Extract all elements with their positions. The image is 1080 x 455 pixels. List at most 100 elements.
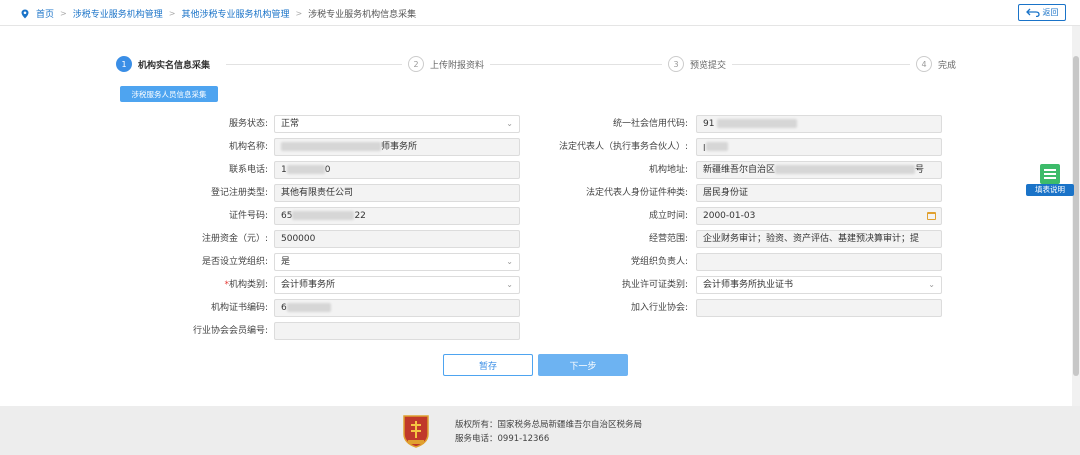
cert-code-label: 机构证书编码: (210, 303, 268, 313)
top-bar: 首页 > 涉税专业服务机构管理 > 其他涉税专业服务机构管理 > 涉税专业服务机… (0, 0, 1080, 26)
reg-type-value: 其他有限责任公司 (281, 188, 354, 198)
party-leader-label: 党组织负责人: (630, 257, 688, 267)
credit-code-field[interactable]: 91 (696, 115, 942, 133)
chevron-down-icon: ⌄ (506, 280, 513, 289)
address-field[interactable]: 新疆维吾尔自治区 号 (696, 161, 942, 179)
redacted-blur (286, 165, 325, 174)
phone-label: 联系电话: (228, 165, 268, 175)
save-draft-button[interactable]: 暂存 (443, 354, 533, 376)
tax-bureau-emblem-icon (403, 415, 429, 448)
redacted-blur (717, 119, 798, 128)
form-row: 服务状态: 正常 ⌄ 统一社会信用代码: 91 (0, 114, 1080, 134)
party-org-select[interactable]: 是 ⌄ (274, 253, 520, 271)
phone-value-suffix: 0 (324, 165, 331, 175)
business-scope-field[interactable]: 企业财务审计；验资、资产评估、基建预决算审计；提 (696, 230, 942, 248)
id-number-field[interactable]: 65 22 (274, 207, 520, 225)
form-row: 行业协会会员编号: (0, 321, 1080, 341)
service-status-select[interactable]: 正常 ⌄ (274, 115, 520, 133)
org-name-label: 机构名称: (228, 142, 268, 152)
step-1: 1 机构实名信息采集 (116, 56, 217, 72)
cert-code-field[interactable]: 6 (274, 299, 520, 317)
party-org-value: 是 (281, 257, 291, 267)
form-row: 注册资金（元）: 500000 经营范围: 企业财务审计；验资、资产评估、基建预… (0, 229, 1080, 249)
breadcrumb-separator: > (295, 9, 303, 18)
legal-rep-field[interactable]: ꞁ (696, 138, 942, 156)
breadcrumb-level1[interactable]: 涉税专业服务机构管理 (73, 7, 163, 20)
form-row: *机构类别: 会计师事务所 ⌄ 执业许可证类别: 会计师事务所执业证书 ⌄ (0, 275, 1080, 295)
established-date-field[interactable]: 2000-01-03 (696, 207, 942, 225)
back-button[interactable]: 返回 (1018, 4, 1066, 21)
license-type-select[interactable]: 会计师事务所执业证书 ⌄ (696, 276, 942, 294)
step-3-number: 3 (668, 56, 684, 72)
service-status-value: 正常 (281, 119, 300, 129)
org-name-value: 师事务所 (381, 142, 418, 152)
staff-info-button[interactable]: 涉税服务人员信息采集 (120, 86, 218, 102)
address-label: 机构地址: (648, 165, 688, 175)
step-2-label: 上传附报资料 (430, 60, 485, 71)
address-value-prefix: 新疆维吾尔自治区 (703, 165, 776, 175)
org-category-label-text: 机构类别: (228, 280, 268, 290)
member-no-label: 行业协会会员编号: (192, 326, 268, 336)
calendar-icon[interactable] (927, 212, 936, 220)
form-row: 是否设立党组织: 是 ⌄ 党组织负责人: (0, 252, 1080, 272)
member-no-field[interactable] (274, 322, 520, 340)
chevron-down-icon: ⌄ (928, 280, 935, 289)
form-row: 联系电话: 10 机构地址: 新疆维吾尔自治区号 (0, 160, 1080, 180)
license-type-label: 执业许可证类别: (621, 280, 688, 290)
breadcrumb-separator: > (168, 9, 176, 18)
form-row: 证件号码: 65 22 成立时间: 2000-01-03 (0, 206, 1080, 226)
step-1-label: 机构实名信息采集 (138, 60, 211, 71)
form-row: 登记注册类型: 其他有限责任公司 法定代表人身份证件种类: 居民身份证 (0, 183, 1080, 203)
back-button-label: 返回 (1042, 8, 1059, 17)
step-2-number: 2 (408, 56, 424, 72)
step-3: 3 预览提交 (662, 56, 733, 72)
breadcrumb-level2[interactable]: 其他涉税专业服务机构管理 (181, 7, 289, 20)
reg-capital-label: 注册资金（元）: (201, 234, 268, 244)
reg-type-field[interactable]: 其他有限责任公司 (274, 184, 520, 202)
party-leader-field[interactable] (696, 253, 942, 271)
industry-assoc-label: 加入行业协会: (630, 303, 688, 313)
breadcrumb-home[interactable]: 首页 (36, 7, 54, 20)
industry-assoc-field[interactable] (696, 299, 942, 317)
id-number-value-suffix: 22 (354, 211, 366, 221)
step-1-number: 1 (116, 56, 132, 72)
id-number-value-prefix: 65 (281, 211, 293, 221)
id-number-label: 证件号码: (228, 211, 268, 221)
established-value: 2000-01-03 (703, 211, 756, 221)
reg-capital-field[interactable]: 500000 (274, 230, 520, 248)
phone-field[interactable]: 10 (274, 161, 520, 179)
breadcrumb: 首页 > 涉税专业服务机构管理 > 其他涉税专业服务机构管理 > 涉税专业服务机… (20, 7, 416, 20)
credit-code-label: 统一社会信用代码: (612, 119, 688, 129)
form-row: 机构证书编码: 6 加入行业协会: (0, 298, 1080, 318)
party-org-label: 是否设立党组织: (201, 257, 268, 267)
redacted-blur (286, 303, 331, 312)
org-category-value: 会计师事务所 (281, 280, 336, 290)
breadcrumb-separator: > (60, 9, 67, 18)
redacted-blur (705, 142, 728, 151)
location-pin-icon (21, 9, 29, 18)
phone-value-prefix: 1 (281, 165, 287, 175)
footer-phone: 服务电话：0991-12366 (455, 434, 550, 444)
step-progress: 1 机构实名信息采集 2 上传附报资料 3 预览提交 4 完成 (116, 56, 961, 74)
document-icon (1040, 164, 1060, 184)
org-name-field[interactable]: 师事务所 (274, 138, 520, 156)
step-connector (736, 64, 920, 65)
chevron-down-icon: ⌄ (506, 119, 513, 128)
step-4: 4 完成 (910, 56, 957, 72)
step-2: 2 上传附报资料 (402, 56, 491, 72)
footer-copyright: 版权所有：国家税务总局新疆维吾尔自治区税务局 (455, 420, 643, 430)
redacted-blur (292, 211, 355, 220)
fill-instructions-widget[interactable]: 填表说明 (1026, 164, 1074, 198)
reg-type-label: 登记注册类型: (210, 188, 268, 198)
next-step-button[interactable]: 下一步 (538, 354, 628, 376)
return-arrow-icon (1025, 8, 1040, 17)
footer-text: 版权所有：国家税务总局新疆维吾尔自治区税务局 服务电话：0991-12366 (455, 418, 642, 446)
org-category-select[interactable]: 会计师事务所 ⌄ (274, 276, 520, 294)
address-value-suffix: 号 (915, 165, 925, 175)
business-scope-value: 企业财务审计；验资、资产评估、基建预决算审计；提 (703, 234, 920, 244)
cert-code-value: 6 (281, 303, 287, 313)
established-label: 成立时间: (648, 211, 688, 221)
form-row: 机构名称: 师事务所 法定代表人（执行事务合伙人）: ꞁ (0, 137, 1080, 157)
id-type-field[interactable]: 居民身份证 (696, 184, 942, 202)
redacted-blur (775, 165, 916, 174)
